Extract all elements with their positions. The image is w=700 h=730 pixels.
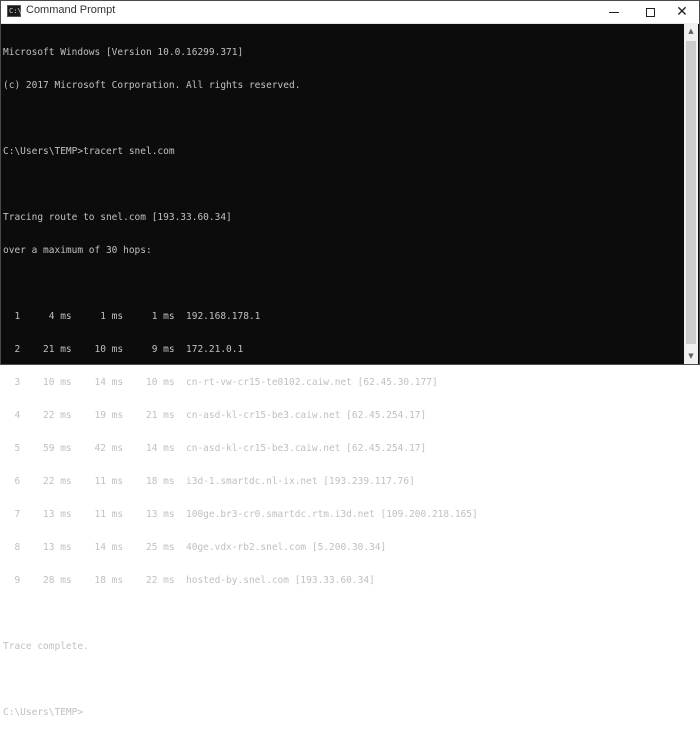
command-prompt-window: C:\ Command Prompt ✕ Microsoft Windows […	[0, 0, 700, 718]
console-line: (c) 2017 Microsoft Corporation. All righ…	[3, 80, 301, 91]
minimize-button[interactable]	[597, 1, 631, 23]
console-line: 3 10 ms 14 ms 10 ms cn-rt-vw-cr15-te0102…	[3, 377, 438, 388]
console-line: 5 59 ms 42 ms 14 ms cn-asd-kl-cr15-be3.c…	[3, 443, 427, 454]
console-line: Microsoft Windows [Version 10.0.16299.37…	[3, 47, 244, 58]
console-prompt-line[interactable]: C:\Users\TEMP>	[3, 707, 683, 718]
console-line: 1 4 ms 1 ms 1 ms 192.168.178.1	[3, 311, 261, 322]
title-bar[interactable]: C:\ Command Prompt ✕	[1, 1, 699, 24]
console-line: 4 22 ms 19 ms 21 ms cn-asd-kl-cr15-be3.c…	[3, 410, 427, 421]
window-title: Command Prompt	[26, 4, 116, 16]
scroll-up-icon[interactable]: ▲	[684, 23, 698, 39]
console-output[interactable]: Microsoft Windows [Version 10.0.16299.37…	[3, 25, 683, 718]
scroll-down-icon[interactable]: ▼	[684, 348, 698, 364]
console-line: Trace complete.	[3, 641, 89, 652]
console-line: over a maximum of 30 hops:	[3, 245, 152, 256]
maximize-button[interactable]	[633, 1, 667, 23]
minimize-icon	[609, 11, 619, 13]
close-icon: ✕	[676, 4, 688, 20]
scrollbar-thumb[interactable]	[686, 41, 696, 344]
console-line: C:\Users\TEMP>tracert snel.com	[3, 146, 175, 157]
console-line: 8 13 ms 14 ms 25 ms 40ge.vdx-rb2.snel.co…	[3, 542, 387, 553]
close-button[interactable]: ✕	[665, 1, 699, 23]
console-line: Tracing route to snel.com [193.33.60.34]	[3, 212, 232, 223]
vertical-scrollbar[interactable]: ▲ ▼	[684, 23, 698, 364]
console-line: 6 22 ms 11 ms 18 ms i3d-1.smartdc.nl-ix.…	[3, 476, 415, 487]
console-line: 9 28 ms 18 ms 22 ms hosted-by.snel.com […	[3, 575, 375, 586]
maximize-icon	[645, 7, 655, 17]
cmd-app-icon[interactable]: C:\	[7, 5, 22, 17]
console-line: 7 13 ms 11 ms 13 ms 100ge.br3-cr0.smartd…	[3, 509, 478, 520]
console-line: 2 21 ms 10 ms 9 ms 172.21.0.1	[3, 344, 244, 355]
